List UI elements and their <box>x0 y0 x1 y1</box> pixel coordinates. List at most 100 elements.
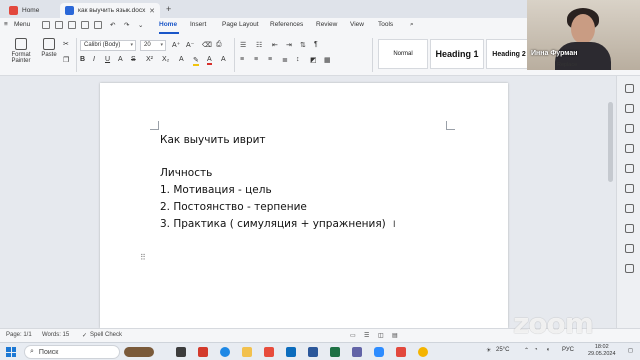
preview-icon[interactable] <box>81 21 89 29</box>
cursor-icon[interactable] <box>625 144 634 153</box>
sort-icon[interactable]: ⇅ <box>300 41 306 49</box>
bullets-icon[interactable]: ☰ <box>240 41 246 49</box>
tray-arrow-icon[interactable]: ⌃ <box>524 347 529 354</box>
adjust-icon[interactable] <box>625 104 634 113</box>
chrome-icon[interactable] <box>418 347 428 357</box>
style-heading-1[interactable]: Heading 1 <box>430 39 484 69</box>
folder-icon[interactable] <box>42 21 50 29</box>
shrink-font-icon[interactable]: A⁻ <box>186 41 194 49</box>
shading-icon[interactable]: ◩ <box>310 56 317 64</box>
document-line-2[interactable]: 1. Мотивация - цель <box>160 184 272 196</box>
edge-icon[interactable] <box>220 347 230 357</box>
volume-icon[interactable]: ◖ <box>546 347 550 353</box>
format-icon[interactable] <box>625 204 634 213</box>
align-left-icon[interactable]: ≡ <box>240 56 244 63</box>
new-tab-button[interactable]: + <box>166 4 171 14</box>
document-title[interactable]: Как выучить иврит <box>160 134 266 146</box>
strikethrough-icon[interactable]: S <box>131 56 136 63</box>
language-indicator[interactable]: РУС <box>562 347 574 353</box>
notification-icon[interactable]: ◻ <box>628 347 633 354</box>
justify-icon[interactable]: ≣ <box>282 56 288 64</box>
app-red-icon[interactable] <box>198 347 208 357</box>
decrease-indent-icon[interactable]: ⇤ <box>272 41 278 49</box>
drag-handle-icon[interactable]: ⠿ <box>140 253 146 262</box>
underline-icon[interactable]: U <box>105 56 110 63</box>
search-icon[interactable]: ⌕ <box>410 21 414 29</box>
scrollbar-thumb[interactable] <box>608 102 613 182</box>
superscript-icon[interactable]: X² <box>146 56 153 63</box>
pen-icon[interactable] <box>625 124 634 133</box>
replace-button[interactable]: Replace <box>557 62 577 68</box>
menu-references[interactable]: References <box>270 21 303 28</box>
reading-mode-icon[interactable]: ☰ <box>364 332 369 339</box>
share-icon[interactable] <box>625 244 634 253</box>
font-size-select[interactable]: 20 ▾ <box>140 40 166 51</box>
print-icon[interactable] <box>68 21 76 29</box>
network-icon[interactable]: ◔ <box>534 347 538 353</box>
outline-icon[interactable]: ▤ <box>392 332 398 339</box>
font-name-select[interactable]: Calibri (Body) ▾ <box>80 40 136 51</box>
weather-temperature[interactable]: 25°C <box>496 347 509 353</box>
grow-font-icon[interactable]: A⁺ <box>172 41 180 49</box>
code-icon[interactable] <box>625 164 634 173</box>
menu-view[interactable]: View <box>350 21 364 28</box>
bold-icon[interactable]: B <box>80 56 85 63</box>
font-color-icon[interactable]: A <box>207 56 212 65</box>
spell-check-label[interactable]: Spell Check <box>90 332 122 338</box>
wps-app-icon[interactable] <box>396 347 406 357</box>
weather-icon[interactable]: ☀ <box>486 347 491 354</box>
align-right-icon[interactable]: ≡ <box>268 56 272 63</box>
menu-tools[interactable]: Tools <box>378 21 393 28</box>
format-painter-button[interactable]: Format Painter <box>8 38 34 64</box>
menu-button[interactable]: Menu <box>14 21 30 28</box>
undo-icon[interactable]: ↶ <box>110 21 115 29</box>
export-icon[interactable] <box>94 21 102 29</box>
menu-page-layout[interactable]: Page Layout <box>222 21 259 28</box>
view-mode-icon[interactable]: ▭ <box>350 332 356 339</box>
italic-icon[interactable]: I <box>93 56 95 63</box>
highlight-icon[interactable]: ✎ <box>193 56 199 66</box>
taskbar-search[interactable]: ⌕ Поиск <box>24 345 120 359</box>
otter-widget-icon[interactable] <box>124 347 154 357</box>
color-a-icon[interactable]: A <box>118 56 123 63</box>
spell-check-icon[interactable]: ✓ <box>82 332 87 339</box>
borders-icon[interactable]: ▦ <box>324 56 331 64</box>
mail-icon[interactable] <box>286 347 296 357</box>
chevron-up-icon[interactable] <box>625 84 634 93</box>
menu-home[interactable]: Home <box>159 21 177 28</box>
align-center-icon[interactable]: ≡ <box>254 56 258 63</box>
save-icon[interactable] <box>55 21 63 29</box>
char-border-icon[interactable]: A <box>221 56 226 63</box>
document-line-3[interactable]: 2. Постоянство - терпение <box>160 201 307 213</box>
menu-review[interactable]: Review <box>316 21 337 28</box>
web-layout-icon[interactable]: ◫ <box>378 332 384 339</box>
tab-home[interactable]: Home <box>4 3 56 18</box>
image-icon[interactable] <box>625 184 634 193</box>
word-icon[interactable] <box>308 347 318 357</box>
text-effect-icon[interactable]: A <box>179 56 184 63</box>
vertical-scrollbar[interactable] <box>608 82 613 322</box>
taskbar-clock[interactable]: 18:02 29.05.2024 <box>588 344 616 358</box>
clear-format-icon[interactable]: ⌫ <box>202 41 212 49</box>
subscript-icon[interactable]: X₂ <box>162 56 169 63</box>
redo-icon[interactable]: ↷ <box>124 21 129 29</box>
tab-document[interactable]: как выучить язык.docx ✕ <box>60 3 160 18</box>
close-tab-icon[interactable]: ✕ <box>149 7 155 15</box>
excel-icon[interactable] <box>330 347 340 357</box>
cut-icon[interactable]: ✂ <box>63 40 69 48</box>
paste-button[interactable]: Paste <box>38 38 60 58</box>
app-store-icon[interactable] <box>264 347 274 357</box>
show-marks-icon[interactable]: ¶ <box>314 41 318 48</box>
document-line-1[interactable]: Личность <box>160 167 212 179</box>
file-explorer-icon[interactable] <box>242 347 252 357</box>
document-line-4[interactable]: 3. Практика ( симуляция + упражнения) <box>160 218 386 230</box>
teams-icon[interactable] <box>352 347 362 357</box>
more-options-icon[interactable] <box>625 264 634 273</box>
line-spacing-icon[interactable]: ↕ <box>296 56 300 63</box>
windows-start-icon[interactable] <box>6 347 16 357</box>
word-count[interactable]: Words: 15 <box>42 332 69 338</box>
hamburger-menu-icon[interactable]: ≡ <box>4 21 8 28</box>
numbering-icon[interactable]: ☷ <box>256 41 262 49</box>
menu-insert[interactable]: Insert <box>190 21 206 28</box>
zoom-app-icon[interactable] <box>374 347 384 357</box>
